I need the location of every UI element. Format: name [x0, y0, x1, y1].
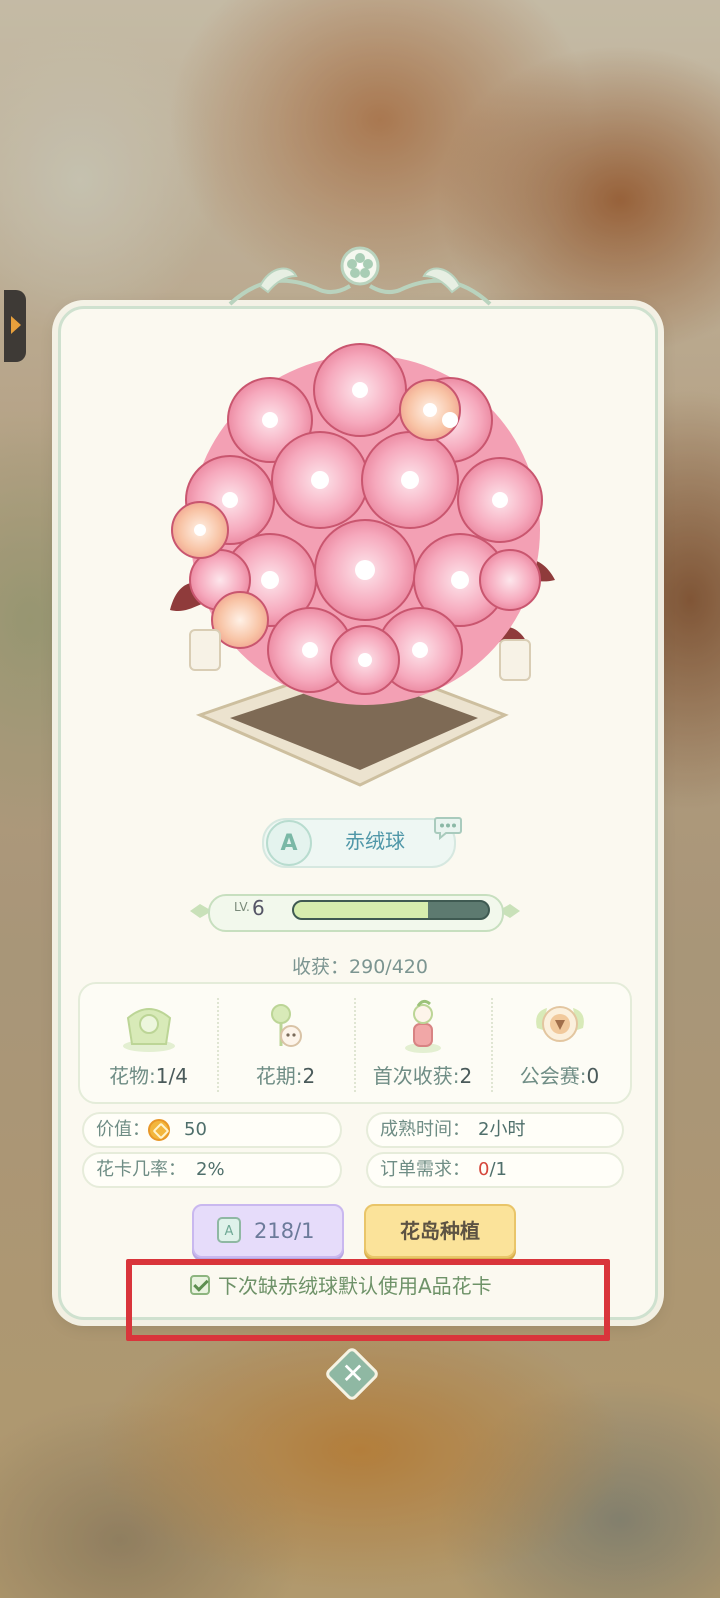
stat-first-harvest: 首次收获:2 [354, 984, 491, 1102]
grade-badge: A [266, 820, 312, 866]
harvest-progress-bar [292, 900, 490, 920]
arrow-right-icon [11, 316, 21, 334]
first-harvest-icon [405, 999, 441, 1053]
harvest-progress-fill [294, 902, 428, 918]
flower-crest-ornament [228, 246, 492, 306]
stat-value: 0 [586, 1064, 600, 1088]
level-prefix: LV. [234, 900, 250, 914]
close-icon[interactable]: ✕ [333, 1354, 373, 1394]
stat-guild-race: 公会赛:0 [491, 984, 628, 1102]
island-plant-button[interactable]: 花岛种植 [364, 1204, 516, 1258]
card-grade-letter: A [225, 1224, 234, 1239]
stat-flower-period: 花期:2 [217, 984, 354, 1102]
chat-bubble-icon[interactable] [434, 816, 462, 840]
value-row: 价值： 50 [82, 1112, 342, 1148]
order-demand-label: 订单需求： [380, 1159, 470, 1180]
level-value: 6 [252, 896, 265, 920]
stat-value: 2 [302, 1064, 316, 1088]
order-demand-row: 订单需求： 0/1 [366, 1152, 624, 1188]
flower-card-button[interactable]: A 218/1 [192, 1204, 344, 1258]
stat-flower-object: 花物:1/4 [80, 984, 217, 1102]
guild-race-icon [536, 1006, 584, 1042]
card-rate-value: 2% [196, 1159, 225, 1180]
flower-name: 赤绒球 [345, 829, 405, 853]
card-rate-label: 花卡几率： [96, 1159, 186, 1180]
stat-value: 1/4 [155, 1064, 188, 1088]
flower-card-icon: A [217, 1217, 241, 1243]
stat-label: 花物: [109, 1064, 156, 1088]
highlight-box [126, 1259, 610, 1341]
stats-panel: 花物:1/4 花期:2 首次收获:2 公会赛:0 [78, 982, 632, 1104]
mature-time-value: 2小时 [478, 1119, 526, 1140]
flower-period-icon [271, 1004, 302, 1047]
value-label: 价值： [96, 1119, 150, 1140]
card-rate-row: 花卡几率： 2% [82, 1152, 342, 1188]
stat-value: 2 [459, 1064, 473, 1088]
side-drawer-tab[interactable] [4, 290, 26, 362]
harvest-count: 收获：290/420 [292, 956, 428, 978]
flower-card-count: 218/1 [254, 1219, 315, 1243]
mature-time-row: 成熟时间： 2小时 [366, 1112, 624, 1148]
order-have: 0 [478, 1159, 490, 1180]
level-display: LV. 6 [190, 890, 520, 932]
value-amount: 50 [184, 1119, 207, 1140]
stat-label: 花期: [255, 1064, 303, 1088]
flower-object-icon [123, 1008, 175, 1052]
mature-time-label: 成熟时间： [380, 1119, 470, 1140]
coin-icon [148, 1119, 170, 1141]
red-pompon-flower-image [170, 343, 555, 787]
stat-label: 公会赛: [519, 1064, 587, 1088]
order-need: /1 [489, 1159, 507, 1180]
stat-label: 首次收获: [372, 1064, 460, 1088]
